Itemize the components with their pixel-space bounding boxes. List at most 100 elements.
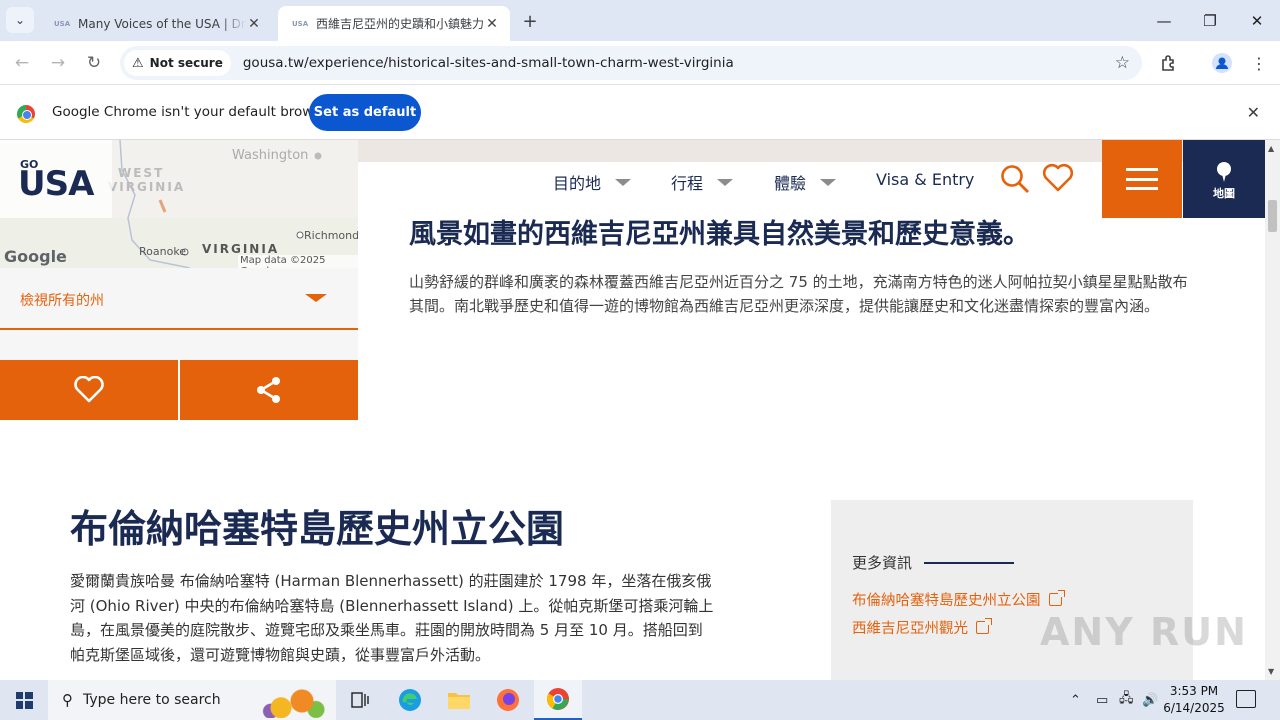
taskbar-clock[interactable]: 3:53 PM 6/14/2025 — [1160, 683, 1228, 717]
site-header: GO USA 目的地 行程 體驗 Visa & Entry 地圖 — [0, 140, 1265, 218]
scroll-down-icon[interactable]: ▼ — [1268, 667, 1274, 676]
bookmark-star-icon[interactable]: ☆ — [1115, 53, 1130, 73]
heart-icon — [74, 376, 104, 403]
tab-strip: ⌄ USA Many Voices of the USA | Drupal ✕ … — [0, 0, 1280, 41]
sidebar-spacer — [0, 330, 358, 360]
tray-device-icon[interactable]: ▭ — [1096, 680, 1108, 720]
share-icon — [257, 377, 280, 403]
states-dropdown[interactable]: 檢視所有的州 — [0, 268, 358, 330]
map-button[interactable]: 地圖 — [1183, 140, 1265, 218]
chevron-down-icon — [305, 294, 327, 302]
new-tab-button[interactable]: + — [518, 9, 542, 33]
hamburger-icon — [1126, 168, 1158, 190]
chevron-down-icon — [615, 178, 632, 186]
tab-drupal[interactable]: USA Many Voices of the USA | Drupal ✕ — [40, 6, 272, 41]
security-label: Not secure — [149, 56, 223, 70]
link-label: 布倫納哈塞特島歷史州立公園 — [852, 593, 1041, 609]
security-chip[interactable]: ⚠ Not secure — [124, 50, 231, 76]
tab-title: 西維吉尼亞州的史蹟和小鎮魅力 — [316, 17, 484, 31]
restore-button[interactable]: ❐ — [1187, 0, 1233, 41]
address-bar[interactable]: ⚠ Not secure gousa.tw/experience/histori… — [120, 46, 1142, 80]
menu-kebab-icon[interactable]: ⋮ — [1245, 49, 1273, 77]
tab-title: Many Voices of the USA | Drupal — [78, 16, 246, 31]
link-label: 西維吉尼亞州觀光 — [852, 621, 968, 637]
taskbar-search[interactable]: ⚲ Type here to search — [48, 680, 336, 720]
windows-logo-icon — [15, 691, 33, 709]
map-button-label: 地圖 — [1213, 187, 1235, 200]
intro-heading: 風景如畫的西維吉尼亞州兼具自然美景和歷史意義。 — [409, 219, 1030, 250]
file-explorer-icon[interactable] — [435, 680, 483, 720]
scroll-up-icon[interactable]: ▲ — [1268, 144, 1274, 153]
start-button[interactable] — [0, 680, 48, 720]
tab-search-button[interactable]: ⌄ — [6, 7, 34, 33]
section-title: 布倫納哈塞特島歷史州立公園 — [70, 507, 565, 551]
close-icon[interactable]: ✕ — [246, 16, 262, 32]
set-default-button[interactable]: Set as default — [309, 94, 421, 131]
more-info-label: 更多資訊 — [852, 554, 913, 572]
reload-button[interactable]: ↻ — [80, 49, 108, 77]
url-text[interactable]: gousa.tw/experience/historical-sites-and… — [243, 55, 734, 71]
windows-taskbar: ⚲ Type here to search ⌃ ▭ 🖧 🔊 3:53 PM 6/… — [0, 680, 1280, 720]
tab-favicon-icon: USA — [54, 19, 71, 28]
nav-visa-entry[interactable]: Visa & Entry — [876, 170, 974, 189]
nav-destinations[interactable]: 目的地 — [553, 170, 632, 194]
default-browser-infobar: Google Chrome isn't your default browser… — [0, 86, 1280, 140]
heart-icon[interactable] — [1042, 163, 1074, 193]
firefox-icon[interactable] — [484, 680, 532, 720]
back-button[interactable]: ← — [8, 49, 36, 77]
edge-icon[interactable] — [386, 680, 434, 720]
anyrun-watermark: ANY RUN — [1040, 610, 1248, 654]
hamburger-menu-button[interactable] — [1102, 140, 1182, 218]
map-credit[interactable]: Map data ©2025 Google — [238, 255, 358, 268]
search-highlight-image — [260, 684, 330, 718]
browser-toolbar: ← → ↻ ⚠ Not secure gousa.tw/experience/h… — [0, 41, 1280, 85]
close-icon[interactable]: ✕ — [1247, 103, 1260, 122]
profile-avatar[interactable] — [1208, 49, 1236, 77]
share-button[interactable] — [180, 360, 358, 420]
nav-itineraries[interactable]: 行程 — [671, 170, 734, 194]
intro-paragraph: 山勢舒緩的群峰和廣袤的森林覆蓋西維吉尼亞州近百分之 75 的土地，充滿南方特色的… — [409, 273, 1188, 315]
warning-icon: ⚠ — [132, 55, 144, 71]
title-rule — [924, 561, 1015, 564]
close-window-button[interactable]: ✕ — [1234, 0, 1280, 41]
external-link-icon — [1048, 590, 1065, 606]
page-scrollbar[interactable]: ▲ ▼ — [1265, 140, 1280, 680]
nav-label: 目的地 — [553, 174, 602, 193]
infobar-message: Google Chrome isn't your default browser — [52, 104, 335, 120]
external-link-icon — [976, 618, 992, 634]
chevron-down-icon — [820, 178, 837, 186]
minimize-button[interactable]: — — [1141, 0, 1187, 41]
nav-experiences[interactable]: 體驗 — [774, 170, 837, 194]
map-pin-icon — [1217, 162, 1231, 182]
search-icon[interactable] — [1000, 164, 1030, 194]
tab-gousa[interactable]: USA 西維吉尼亞州的史蹟和小鎮魅力 ✕ — [278, 6, 510, 41]
task-view-icon[interactable] — [336, 680, 384, 720]
tray-chevron-icon[interactable]: ⌃ — [1070, 680, 1081, 720]
logo-usa[interactable]: USA — [18, 164, 94, 204]
favorite-button[interactable] — [0, 360, 178, 420]
link-blennerhassett-park[interactable]: 布倫納哈塞特島歷史州立公園 — [852, 589, 1065, 610]
map-label-richmond: Richmond — [304, 229, 358, 242]
chrome-logo-icon — [17, 105, 35, 123]
chevron-down-icon — [717, 178, 734, 186]
states-dropdown-label: 檢視所有的州 — [20, 293, 104, 309]
extensions-icon[interactable] — [1155, 49, 1183, 77]
map-label-roanoke: Roanoke — [139, 245, 187, 258]
tab-favicon-icon: USA — [292, 19, 309, 28]
chevron-down-icon: ⌄ — [14, 13, 26, 27]
scrollbar-thumb[interactable] — [1268, 200, 1277, 232]
google-logo: Google — [4, 247, 67, 266]
chrome-taskbar-icon[interactable] — [534, 680, 582, 720]
section-paragraph: 愛爾蘭貴族哈曼 布倫納哈塞特 (Harman Blennerhassett) 的… — [70, 572, 714, 664]
close-icon[interactable]: ✕ — [484, 16, 500, 32]
clock-time: 3:53 PM — [1169, 684, 1219, 698]
volume-icon[interactable]: 🔊 — [1142, 680, 1158, 720]
notification-icon[interactable] — [1236, 690, 1256, 708]
action-bar — [0, 360, 358, 420]
map-label-virginia: VIRGINIA — [202, 242, 280, 256]
clock-date: 6/14/2025 — [1163, 701, 1225, 715]
network-icon[interactable]: 🖧 — [1119, 680, 1134, 720]
link-wv-tourism[interactable]: 西維吉尼亞州觀光 — [852, 617, 992, 638]
forward-button[interactable]: → — [44, 49, 72, 77]
nav-label: Visa & Entry — [876, 170, 975, 189]
